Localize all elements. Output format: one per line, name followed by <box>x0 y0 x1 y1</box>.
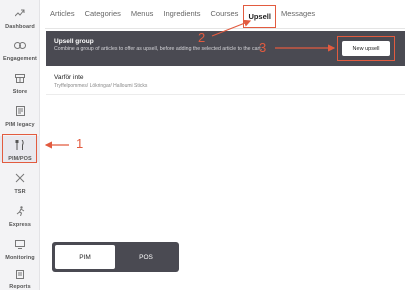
tab-ingredients[interactable]: Ingredients <box>158 0 205 28</box>
sidebar-item-label: Express <box>8 222 32 228</box>
sidebar-item-label: Engagement <box>2 56 37 62</box>
sidebar-item-monitoring[interactable]: Monitoring <box>0 237 40 261</box>
sidebar-item-label: PIM legacy <box>5 122 35 128</box>
tab-bar: Articles Categories Menus Ingredients Co… <box>45 0 405 29</box>
store-icon <box>13 71 27 85</box>
sidebar-item-label: Dashboard <box>5 24 35 30</box>
monitor-icon <box>13 237 27 251</box>
report-icon <box>13 269 27 280</box>
annotation-number-2: 2 <box>198 30 206 45</box>
upsell-group-description: Combine a group of articles to offer as … <box>54 46 263 52</box>
sidebar-item-dashboard[interactable]: Dashboard <box>0 6 40 30</box>
new-upsell-button[interactable]: New upsell <box>342 41 390 56</box>
tab-menus[interactable]: Menus <box>126 0 159 28</box>
upsell-group-header: Upsell group Combine a group of articles… <box>46 31 405 66</box>
upsell-group-items: Tryffelpommes/ Lökringar/ Halloumi Stick… <box>54 83 148 89</box>
annotation-number-1: 1 <box>76 136 84 151</box>
sidebar-item-express[interactable]: Express <box>0 204 40 228</box>
toggle-option-pim[interactable]: PIM <box>55 245 115 269</box>
tab-upsell[interactable]: Upsell <box>243 5 276 28</box>
sidebar-item-engagement[interactable]: Engagement <box>0 38 40 62</box>
sidebar-item-store[interactable]: Store <box>0 71 40 95</box>
annotation-number-3: 3 <box>259 40 267 55</box>
pim-pos-highlight <box>2 134 37 163</box>
sidebar-item-pim-legacy[interactable]: PIM legacy <box>0 104 40 128</box>
sidebar-item-label: Store <box>12 89 28 95</box>
tab-courses[interactable]: Courses <box>206 0 244 28</box>
sidebar-item-label: Reports <box>9 284 31 290</box>
running-icon <box>13 204 27 218</box>
upsell-group-title: Upsell group <box>54 38 94 45</box>
book-icon <box>13 104 27 118</box>
sidebar-item-label: Monitoring <box>5 255 35 261</box>
upsell-group-name: Varför inte <box>54 74 84 81</box>
toggle-option-pos[interactable]: POS <box>116 245 176 269</box>
tab-categories[interactable]: Categories <box>80 0 126 28</box>
sidebar-item-reports[interactable]: Reports <box>0 269 40 290</box>
list-item[interactable]: Varför inte Tryffelpommes/ Lökringar/ Ha… <box>46 67 405 95</box>
trend-icon <box>13 6 27 20</box>
sidebar-item-tsr[interactable]: TSR <box>0 171 40 195</box>
tab-articles[interactable]: Articles <box>45 0 80 28</box>
sidebar-item-label: TSR <box>14 189 26 195</box>
pim-pos-toggle: PIM POS <box>52 242 179 272</box>
cutlery-cross-icon <box>13 171 27 185</box>
link-icon <box>13 38 27 52</box>
new-upsell-highlight: New upsell <box>337 36 395 61</box>
tab-messages[interactable]: Messages <box>276 0 320 28</box>
